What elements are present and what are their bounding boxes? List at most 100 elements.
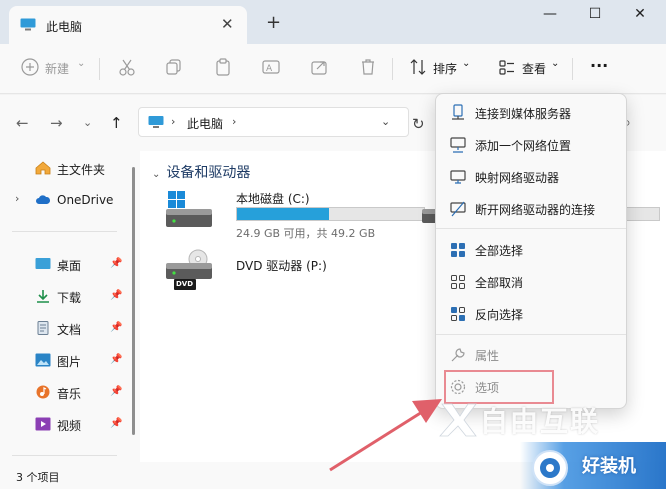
- maximize-button[interactable]: ☐: [580, 6, 610, 30]
- pin-icon[interactable]: 📌: [110, 418, 122, 429]
- nav-item-desktop[interactable]: 桌面 📌: [0, 253, 130, 277]
- menu-item-select-none[interactable]: 全部取消: [440, 266, 624, 296]
- menu-label: 反向选择: [475, 308, 524, 322]
- cloud-icon: [36, 195, 51, 204]
- breadcrumb-separator[interactable]: ›: [232, 115, 236, 128]
- properties-icon: [451, 348, 465, 362]
- sort-button[interactable]: 排序: [433, 60, 457, 77]
- nav-label-music: 音乐: [57, 387, 82, 401]
- menu-label: 连接到媒体服务器: [475, 107, 572, 121]
- annotation-arrow: [329, 399, 442, 472]
- breadcrumb-this-pc[interactable]: 此电脑: [187, 115, 223, 132]
- command-bar: 新建 ⌄ A 排序 ⌄ 查看 ⌄ ···: [0, 44, 666, 94]
- menu-separator: [436, 334, 626, 335]
- menu-item-properties[interactable]: 属性: [440, 339, 624, 369]
- toolbar-divider: [572, 58, 573, 80]
- pin-icon[interactable]: 📌: [110, 386, 122, 397]
- drive-name: DVD 驱动器 (P:): [236, 259, 327, 273]
- drive-usage-bar: [236, 207, 425, 221]
- drive-free-space: 24.9 GB 可用，共 49.2 GB: [236, 227, 376, 240]
- nav-item-documents[interactable]: 文档 📌: [0, 317, 130, 341]
- menu-item-disconnect-network-drive[interactable]: 断开网络驱动器的连接: [440, 193, 624, 223]
- music-icon: [36, 385, 50, 399]
- menu-item-connect-media-server[interactable]: 连接到媒体服务器: [440, 97, 624, 127]
- menu-item-select-all[interactable]: 全部选择: [440, 234, 624, 264]
- system-drive-icon: [166, 191, 212, 227]
- collapse-chevron-icon[interactable]: ⌄: [152, 169, 160, 180]
- invert-selection-icon: [451, 307, 465, 321]
- select-all-icon: [451, 243, 465, 257]
- expand-chevron-icon[interactable]: ›: [15, 192, 19, 205]
- close-window-button[interactable]: ✕: [625, 6, 655, 30]
- pin-icon[interactable]: 📌: [110, 354, 122, 365]
- dvd-drive-icon: [166, 249, 212, 290]
- drive-name: 本地磁盘 (C:): [236, 192, 310, 206]
- copy-icon[interactable]: [164, 57, 184, 77]
- nav-divider: [12, 455, 117, 456]
- view-button[interactable]: 查看: [522, 60, 546, 77]
- nav-label-onedrive: OneDrive: [57, 193, 114, 207]
- address-dropdown-chevron-icon[interactable]: ⌄: [381, 115, 390, 128]
- home-icon: [35, 161, 51, 175]
- pin-icon[interactable]: 📌: [110, 322, 122, 333]
- menu-label: 断开网络驱动器的连接: [475, 203, 596, 217]
- back-arrow-icon[interactable]: ←: [16, 114, 29, 132]
- brand-text: 好装机: [582, 456, 636, 477]
- new-button[interactable]: 新建: [45, 60, 69, 77]
- new-tab-button[interactable]: +: [266, 12, 281, 33]
- nav-label-home: 主文件夹: [57, 163, 106, 177]
- more-options-menu: 连接到媒体服务器 添加一个网络位置 映射网络驱动器 断开网络驱动器的连接 全部选…: [435, 93, 627, 409]
- forward-arrow-icon[interactable]: →: [50, 114, 63, 132]
- up-arrow-icon[interactable]: ↑: [110, 114, 123, 132]
- share-icon[interactable]: [309, 57, 329, 77]
- picture-icon: [35, 353, 51, 367]
- this-pc-icon: [20, 18, 36, 31]
- network-location-icon: [450, 137, 466, 153]
- nav-label-downloads: 下载: [57, 291, 82, 305]
- video-icon: [35, 417, 51, 431]
- dvd-badge: DVD: [176, 280, 194, 288]
- desktop-icon: [35, 258, 51, 269]
- toolbar-divider: [99, 58, 100, 80]
- recent-locations-chevron-icon[interactable]: ⌄: [83, 116, 92, 129]
- title-bar: 此电脑 ✕ + — ☐ ✕: [0, 0, 666, 44]
- menu-separator: [436, 228, 626, 229]
- nav-item-music[interactable]: 音乐 📌: [0, 381, 130, 405]
- menu-label: 全部取消: [475, 276, 524, 290]
- menu-item-add-network-location[interactable]: 添加一个网络位置: [440, 129, 624, 159]
- drive-c[interactable]: 本地磁盘 (C:) 24.9 GB 可用，共 49.2 GB: [160, 187, 430, 240]
- sort-icon: [410, 59, 426, 75]
- delete-icon[interactable]: [358, 57, 378, 77]
- nav-item-downloads[interactable]: 下载 📌: [0, 285, 130, 309]
- menu-item-map-network-drive[interactable]: 映射网络驱动器: [440, 161, 624, 191]
- minimize-button[interactable]: —: [535, 6, 565, 30]
- svg-text:A: A: [266, 64, 273, 74]
- pin-icon[interactable]: 📌: [110, 290, 122, 301]
- view-icon: [499, 60, 514, 75]
- menu-item-invert-selection[interactable]: 反向选择: [440, 298, 624, 328]
- menu-label: 添加一个网络位置: [475, 139, 572, 153]
- pin-icon[interactable]: 📌: [110, 258, 122, 269]
- nav-scrollbar[interactable]: [132, 167, 135, 435]
- download-icon: [37, 290, 49, 303]
- nav-item-onedrive[interactable]: › OneDrive: [0, 189, 130, 213]
- more-options-button[interactable]: ···: [590, 56, 608, 75]
- section-devices-drives[interactable]: ⌄ 设备和驱动器: [152, 162, 250, 182]
- nav-item-home[interactable]: 主文件夹: [0, 157, 130, 181]
- nav-item-pictures[interactable]: 图片 📌: [0, 349, 130, 373]
- nav-label-videos: 视频: [57, 419, 82, 433]
- breadcrumb-separator: ›: [171, 115, 176, 128]
- drive-dvd[interactable]: DVD DVD 驱动器 (P:): [160, 249, 380, 297]
- file-explorer-window: 此电脑 ✕ + — ☐ ✕ 新建 ⌄ A 排序 ⌄ 查看 ⌄ ··· ← → ⌄…: [0, 0, 666, 489]
- address-bar[interactable]: › 此电脑 › ⌄: [138, 107, 409, 137]
- item-count: 3 个项目: [16, 471, 60, 484]
- nav-item-videos[interactable]: 视频 📌: [0, 413, 130, 437]
- rename-icon[interactable]: A: [261, 57, 281, 77]
- menu-label: 全部选择: [475, 244, 524, 258]
- paste-icon[interactable]: [213, 57, 233, 77]
- tab-this-pc[interactable]: 此电脑 ✕: [9, 6, 247, 44]
- toolbar-divider: [392, 58, 393, 80]
- close-tab-icon[interactable]: ✕: [221, 15, 234, 33]
- cut-icon[interactable]: [117, 57, 137, 77]
- refresh-icon[interactable]: ↻: [412, 115, 425, 133]
